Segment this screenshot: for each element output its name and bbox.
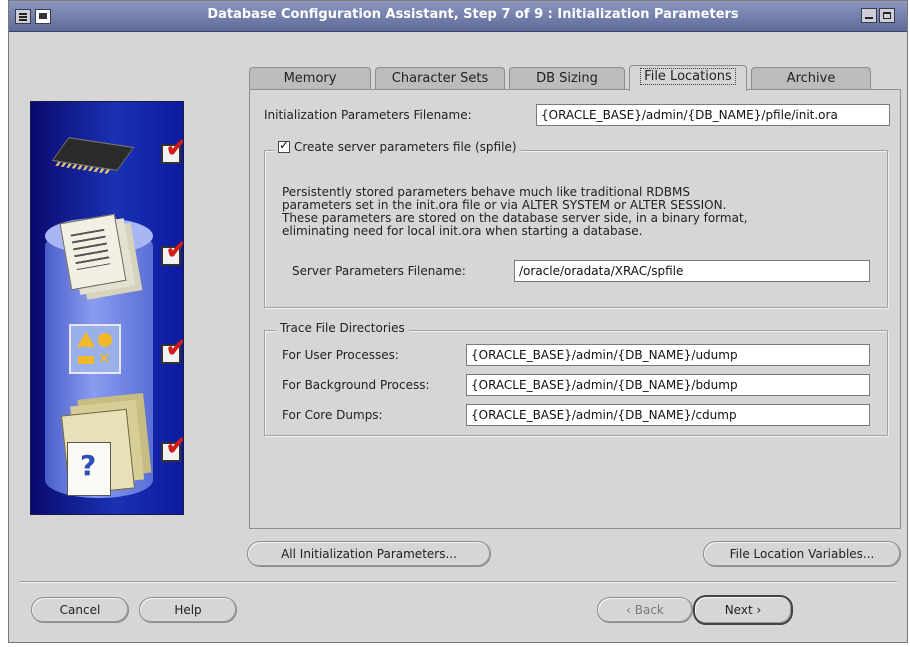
help-button[interactable]: Help bbox=[139, 597, 237, 623]
help-folder-icon bbox=[67, 442, 111, 496]
back-button-label: Back bbox=[634, 603, 664, 617]
tab-character-sets[interactable]: Character Sets bbox=[375, 67, 505, 89]
create-spfile-checkbox[interactable] bbox=[278, 138, 290, 153]
dbca-window: Database Configuration Assistant, Step 7… bbox=[8, 0, 908, 643]
user-processes-label: For User Processes: bbox=[282, 348, 399, 362]
cancel-button[interactable]: Cancel bbox=[31, 597, 129, 623]
next-arrow-icon: › bbox=[752, 603, 762, 617]
back-arrow-icon: ‹ bbox=[626, 603, 635, 617]
window-menu-icon[interactable] bbox=[15, 9, 31, 24]
init-params-filename-input[interactable] bbox=[536, 104, 890, 126]
tab-archive[interactable]: Archive bbox=[751, 67, 871, 89]
red-check-icon bbox=[161, 432, 183, 462]
spfile-description-line: eliminating need for local init.ora when… bbox=[282, 224, 643, 238]
title-bar[interactable]: Database Configuration Assistant, Step 7… bbox=[9, 1, 907, 32]
core-dumps-label: For Core Dumps: bbox=[282, 408, 383, 422]
trace-directories-legend: Trace File Directories bbox=[276, 321, 409, 335]
all-init-params-button[interactable]: All Initialization Parameters... bbox=[247, 541, 491, 567]
spfile-group-legend: Create server parameters file (spfile) bbox=[274, 138, 521, 154]
footer-separator bbox=[19, 581, 897, 583]
tab-memory[interactable]: Memory bbox=[249, 67, 371, 89]
file-locations-panel: Initialization Parameters Filename: Crea… bbox=[249, 89, 901, 529]
user-processes-input[interactable] bbox=[466, 344, 870, 366]
red-check-icon bbox=[161, 134, 183, 164]
server-params-filename-input[interactable] bbox=[514, 260, 870, 282]
back-button[interactable]: ‹ Back bbox=[597, 597, 693, 623]
tab-db-sizing[interactable]: DB Sizing bbox=[509, 67, 625, 89]
core-dumps-input[interactable] bbox=[466, 404, 870, 426]
app-icon bbox=[35, 9, 51, 24]
next-button-label: Next bbox=[724, 603, 753, 617]
red-check-icon bbox=[161, 334, 183, 364]
create-spfile-label: Create server parameters file (spfile) bbox=[294, 140, 517, 154]
file-location-variables-button[interactable]: File Location Variables... bbox=[703, 541, 901, 567]
init-params-filename-label: Initialization Parameters Filename: bbox=[264, 108, 472, 122]
window-title: Database Configuration Assistant, Step 7… bbox=[207, 7, 739, 22]
minimize-icon[interactable] bbox=[861, 8, 877, 23]
tab-file-locations[interactable]: File Locations bbox=[629, 65, 747, 91]
next-button[interactable]: Next › bbox=[693, 595, 793, 625]
maximize-icon[interactable] bbox=[879, 8, 895, 23]
background-process-input[interactable] bbox=[466, 374, 870, 396]
background-process-label: For Background Process: bbox=[282, 378, 430, 392]
red-check-icon bbox=[161, 236, 183, 266]
shapes-icon: × bbox=[69, 324, 121, 374]
documents-icon bbox=[59, 213, 127, 291]
spfile-description: Persistently stored parameters behave mu… bbox=[282, 186, 747, 238]
chip-icon bbox=[51, 137, 135, 171]
wizard-illustration: × bbox=[30, 101, 184, 515]
server-params-filename-label: Server Parameters Filename: bbox=[292, 264, 466, 278]
